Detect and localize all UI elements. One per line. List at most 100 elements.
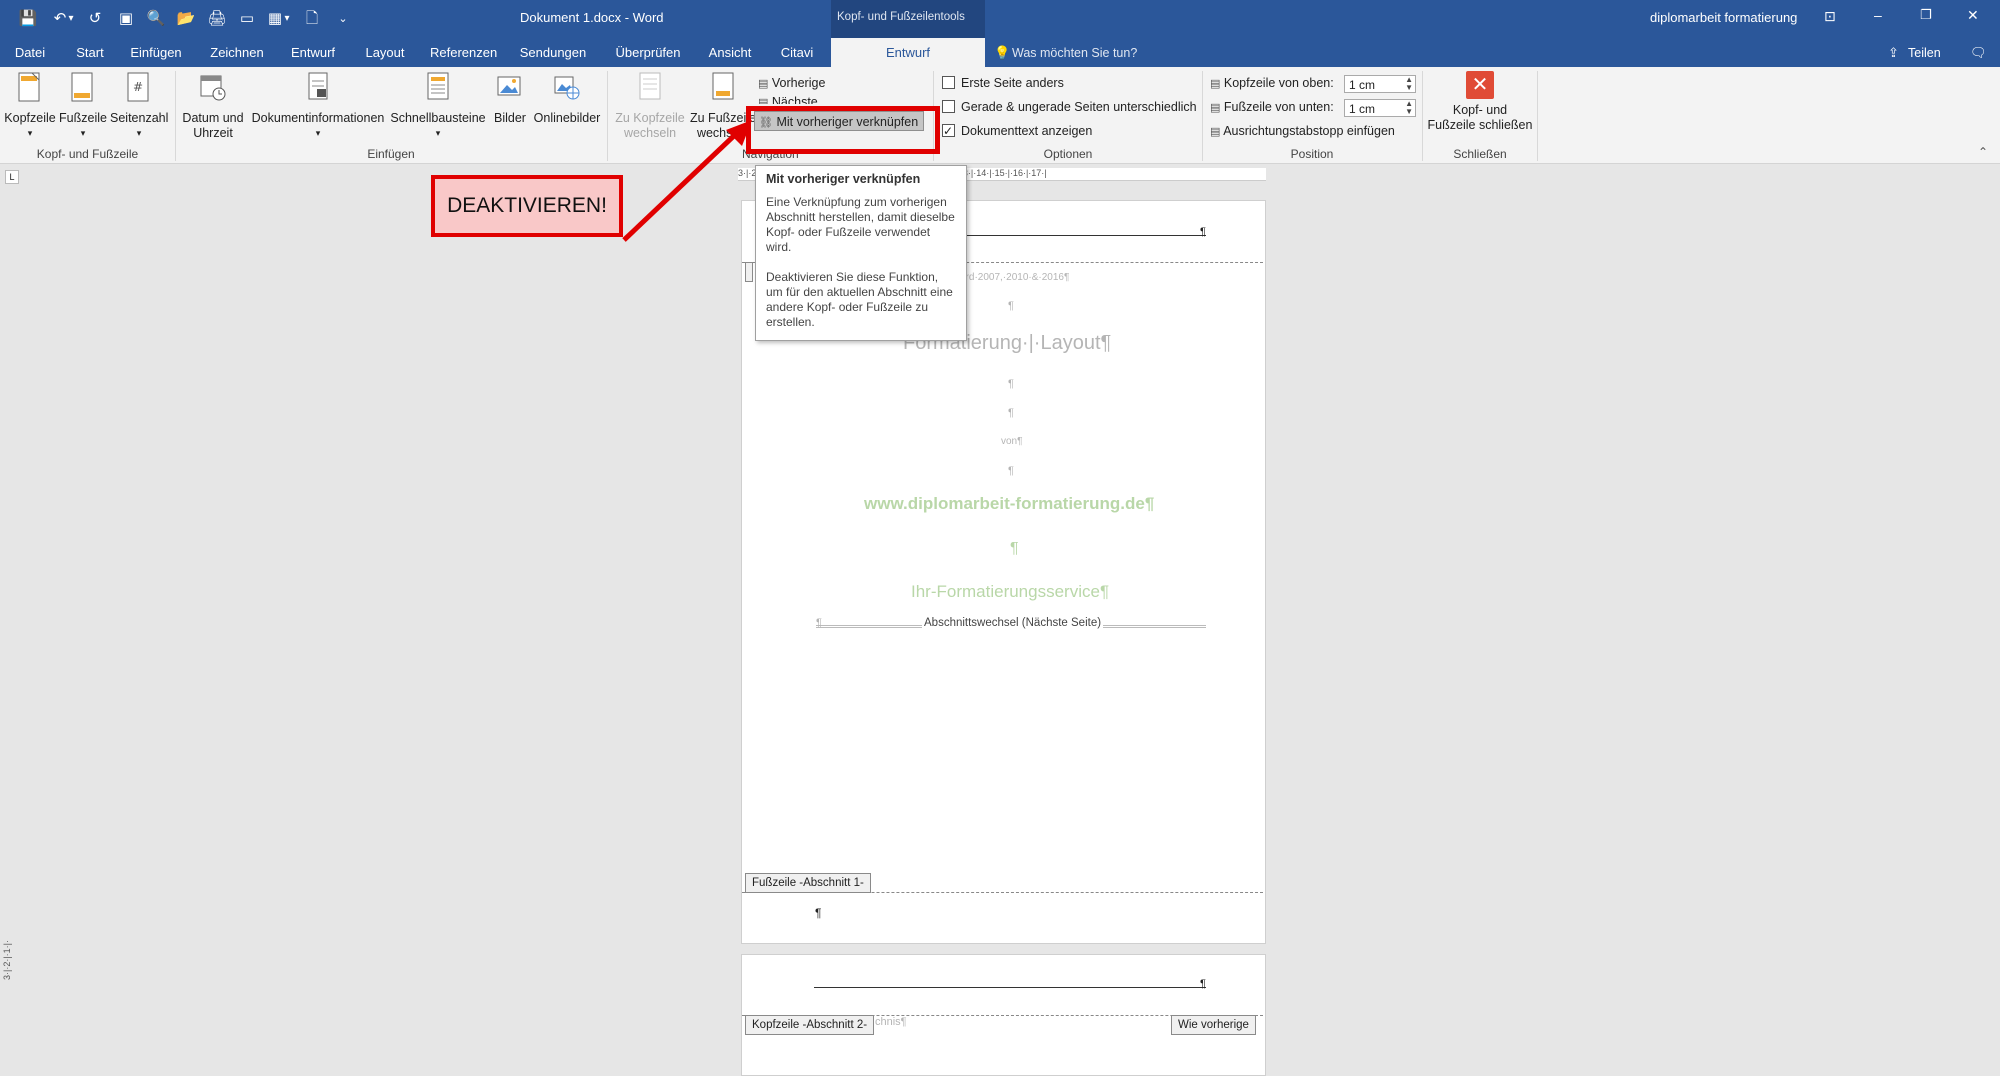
bilder-button[interactable]: Bilder	[488, 71, 532, 126]
window-title: Dokument 1.docx - Word	[520, 10, 664, 25]
restore-icon[interactable]: ❐	[1920, 7, 1932, 23]
previous-icon: ▤	[758, 78, 769, 90]
share-button[interactable]: Teilen	[1908, 46, 1941, 60]
tell-me-input[interactable]: Was möchten Sie tun?	[1012, 46, 1137, 60]
checkbox-unchecked[interactable]	[942, 76, 955, 89]
tab-stop-icon: ▤	[1210, 126, 1221, 138]
print-icon[interactable]: 🖨	[207, 9, 227, 29]
tab-datei[interactable]: Datei	[10, 38, 50, 67]
fusszeile-button[interactable]: Fußzeile ▾	[58, 71, 108, 141]
open-icon[interactable]: 📂	[176, 9, 196, 29]
online-pictures-icon	[554, 76, 580, 100]
dokumentinformationen-button[interactable]: Dokumentinformationen ▾	[248, 71, 388, 141]
spinner-arrows-icon[interactable]: ▲ ▼	[1405, 76, 1413, 92]
tab-entwurf[interactable]: Entwurf	[288, 38, 338, 67]
tab-citavi[interactable]: Citavi	[774, 38, 820, 67]
pilcrow: ¶	[1010, 540, 1019, 557]
ribbon: Kopfzeile ▾ Fußzeile ▾ # Seitenzahl ▾ Kopf-…	[0, 67, 2000, 164]
context-tools-label: Kopf- und Fußzeilentools	[837, 11, 965, 23]
page1-small-line: ord·2007,·2010·&·2016¶	[960, 272, 1070, 283]
share-icon[interactable]: ⇪	[1888, 45, 1899, 61]
schnellbausteine-button[interactable]: Schnellbausteine ▾	[390, 71, 486, 141]
fusszeile-von-unten-input[interactable]: 1 cm ▲ ▼	[1344, 99, 1416, 117]
minimize-icon[interactable]: –	[1874, 7, 1882, 23]
naechste-button[interactable]: ▤ Nächste	[758, 92, 818, 104]
pilcrow: ¶	[1008, 407, 1014, 419]
group-label-optionen: Optionen	[1043, 147, 1093, 161]
tab-ueberpruefen[interactable]: Überprüfen	[612, 38, 684, 67]
same-as-previous-tag[interactable]: Wie vorherige	[1171, 1015, 1256, 1035]
ribbon-display-icon[interactable]: ⊡	[1824, 8, 1836, 25]
save-as-icon[interactable]: ▣	[116, 9, 136, 29]
tab-referenzen[interactable]: Referenzen	[430, 38, 497, 67]
comment-icon[interactable]: 🗨	[1970, 45, 1987, 61]
tab-layout[interactable]: Layout	[360, 38, 410, 67]
page1-service: Ihr-Formatierungsservice¶	[911, 582, 1110, 601]
section-break-pilcrow: ¶	[816, 617, 822, 629]
document-name-label: diplomarbeit formatierung	[1650, 10, 1798, 25]
group-label-position: Position	[1290, 147, 1334, 161]
collapse-ribbon-icon[interactable]: ⌃	[1978, 145, 1988, 159]
group-label-einfuegen: Einfügen	[367, 147, 415, 161]
dokumenttext-anzeigen-option[interactable]: Dokumenttext anzeigen	[942, 121, 1092, 141]
ausrichtungstabstopp-button[interactable]: ▤ Ausrichtungstabstopp einfügen	[1210, 121, 1395, 141]
gerade-ungerade-option[interactable]: Gerade & ungerade Seiten unterschiedlich	[942, 97, 1197, 117]
page1-von: von¶	[1001, 436, 1023, 447]
undo-dropdown-icon[interactable]: ▾	[66, 9, 76, 29]
tab-zeichnen[interactable]: Zeichnen	[206, 38, 268, 67]
vertical-ruler[interactable]: 3·|·2·|·1·|·	[2, 940, 16, 1060]
quick-parts-icon	[427, 72, 449, 100]
header-pilcrow: ¶	[1200, 978, 1206, 990]
ribbon-tabs: Datei Start Einfügen Zeichnen Entwurf La…	[0, 38, 2000, 67]
footer-section-1-tag[interactable]: Fußzeile -Abschnitt 1-	[745, 873, 871, 893]
view-icon[interactable]: ▭	[237, 9, 257, 29]
document-info-icon	[308, 72, 328, 100]
table-dropdown-icon[interactable]: ▾	[282, 9, 292, 29]
save-icon[interactable]: 💾	[18, 9, 38, 29]
group-label-hf: Kopf- und Fußzeile	[36, 147, 139, 161]
vorherige-button[interactable]: ▤ Vorherige	[758, 73, 825, 93]
seitenzahl-button[interactable]: # Seitenzahl ▾	[110, 71, 168, 141]
kopfzeile-von-oben-input[interactable]: 1 cm ▲ ▼	[1344, 75, 1416, 93]
go-to-header-icon	[639, 72, 661, 100]
lightbulb-icon: 💡	[994, 45, 1011, 60]
kopf-fusszeile-schliessen-button[interactable]: ✕ Kopf- und Fußzeile schließen	[1424, 71, 1536, 133]
separator	[1537, 71, 1538, 161]
group-label-schliessen: Schließen	[1453, 147, 1507, 161]
tab-start[interactable]: Start	[70, 38, 110, 67]
tab-einfuegen[interactable]: Einfügen	[128, 38, 184, 67]
tooltip: Mit vorheriger verknüpfen Eine Verknüpfu…	[755, 165, 967, 341]
annotation-arrow	[622, 120, 752, 242]
pilcrow: ¶	[1008, 300, 1014, 312]
footer-pilcrow: ¶	[815, 906, 822, 920]
header-pilcrow: ¶	[1200, 226, 1206, 238]
checkbox-unchecked[interactable]	[942, 100, 955, 113]
page2-faded-text: chnis¶	[875, 1016, 907, 1028]
page-number-icon: #	[127, 72, 149, 102]
close-header-footer-icon: ✕	[1466, 71, 1494, 99]
tab-hf-entwurf[interactable]: Entwurf	[831, 38, 985, 67]
redo-icon[interactable]: ↺	[85, 9, 105, 29]
tab-selector-icon[interactable]: L	[5, 170, 19, 184]
calendar-clock-icon	[200, 75, 226, 101]
tab-sendungen[interactable]: Sendungen	[518, 38, 588, 67]
close-icon[interactable]: ✕	[1967, 7, 1979, 24]
print-preview-icon[interactable]: 🔍	[146, 9, 166, 29]
new-document-icon[interactable]: 🗋	[302, 9, 322, 29]
onlinebilder-button[interactable]: Onlinebilder	[532, 71, 602, 126]
datum-uhrzeit-button[interactable]: Datum und Uhrzeit	[180, 71, 246, 141]
section-break-label: Abschnittswechsel (Nächste Seite)	[922, 617, 1104, 629]
header-icon	[18, 72, 40, 102]
kopfzeile-button[interactable]: Kopfzeile ▾	[4, 71, 56, 141]
customize-qat-icon[interactable]: ⌄	[333, 9, 353, 29]
title-bar: 💾 ↶ ▾ ↺ ▣ 🔍 📂 🖨 ▭ ▦ ▾ 🗋 ⌄ Dokument 1.doc…	[0, 0, 2000, 38]
tab-ansicht[interactable]: Ansicht	[706, 38, 754, 67]
spinner-arrows-icon[interactable]: ▲ ▼	[1405, 100, 1413, 116]
header-section-2-tag[interactable]: Kopfzeile -Abschnitt 2-	[745, 1015, 875, 1035]
header-tag-partial[interactable]	[745, 262, 753, 282]
erste-seite-anders-option[interactable]: Erste Seite anders	[942, 73, 1064, 93]
highlight-box	[746, 106, 940, 154]
next-icon: ▤	[758, 97, 769, 104]
go-to-footer-icon	[712, 72, 734, 100]
checkbox-checked[interactable]	[942, 121, 955, 141]
